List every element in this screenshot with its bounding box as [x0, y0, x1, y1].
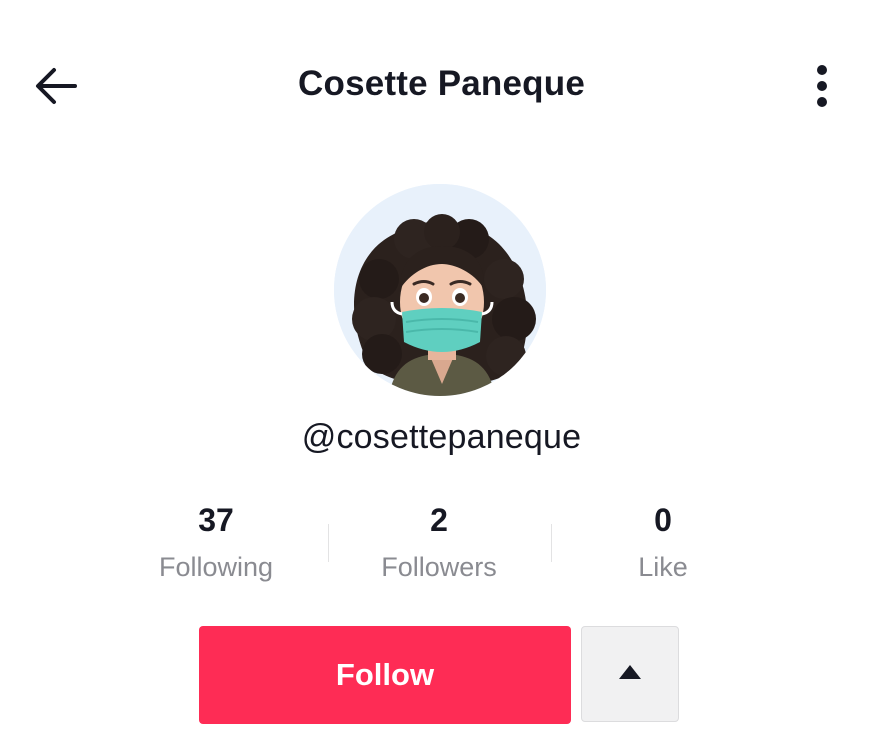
stat-followers[interactable]: 2 Followers	[339, 500, 539, 584]
following-label: Following	[158, 552, 274, 582]
more-vertical-icon	[815, 62, 829, 115]
avatar-image	[334, 184, 546, 396]
stat-divider	[328, 524, 329, 562]
likes-label: Like	[638, 552, 688, 582]
avatar[interactable]	[334, 184, 546, 396]
triangle-up-icon	[617, 663, 643, 686]
stat-likes[interactable]: 0 Like	[563, 500, 763, 584]
follow-button[interactable]: Follow	[199, 626, 571, 724]
more-options-button[interactable]	[796, 58, 848, 118]
stat-following[interactable]: 37 Following	[116, 500, 316, 584]
likes-count: 0	[654, 502, 672, 538]
profile-page: Cosette Paneque @cosettepaneque 37 Follo…	[0, 0, 883, 748]
username-handle: @cosettepaneque	[301, 418, 582, 456]
page-title: Cosette Paneque	[298, 64, 585, 103]
following-count: 37	[198, 502, 234, 538]
followers-label: Followers	[381, 552, 497, 582]
followers-count: 2	[430, 502, 448, 538]
stat-divider	[551, 524, 552, 562]
suggested-accounts-button[interactable]	[581, 626, 679, 722]
